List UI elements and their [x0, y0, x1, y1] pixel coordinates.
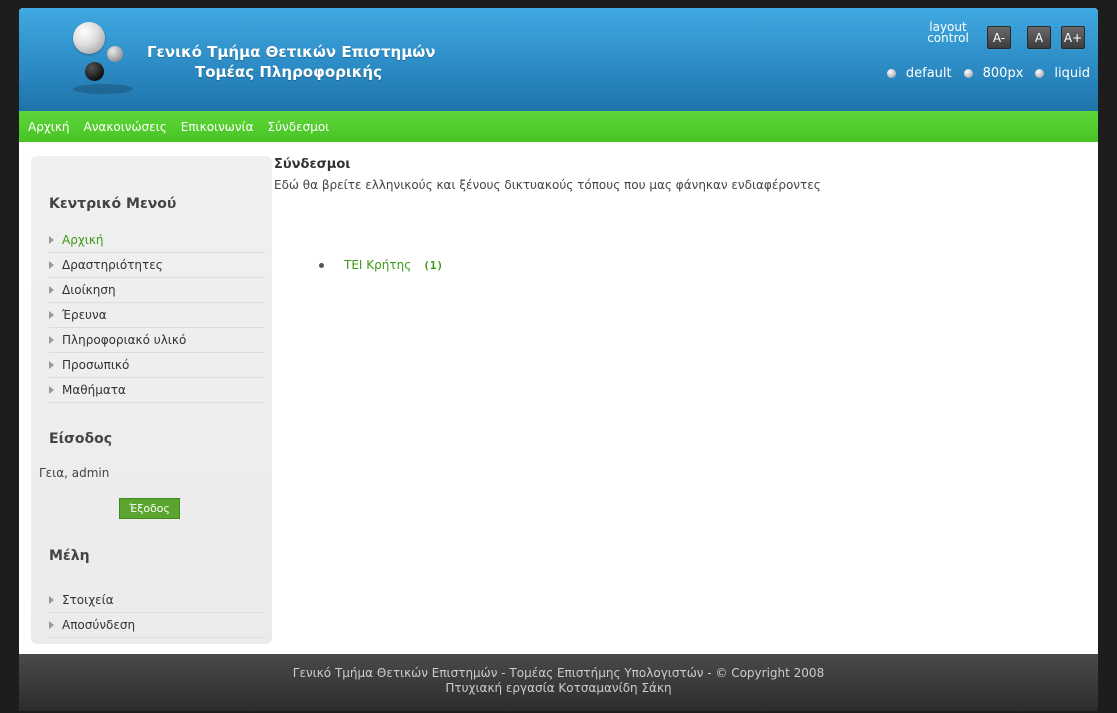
- footer-copyright: Γενικό Τμήμα Θετικών Επιστημών - Τομέας …: [292, 666, 825, 680]
- members-heading: Μέλη: [49, 548, 90, 564]
- site-title: Γενικό Τμήμα Θετικών Επιστημών Τομέας Πλ…: [147, 42, 436, 82]
- logo-ball-small-icon: [107, 46, 123, 62]
- font-reset-button[interactable]: A: [1027, 26, 1051, 49]
- arrow-right-icon: [49, 386, 54, 394]
- link-count: (1): [423, 258, 444, 272]
- nav-item-links[interactable]: Σύνδεσμοι: [268, 120, 330, 134]
- arrow-right-icon: [49, 361, 54, 369]
- width-options: default 800px liquid: [875, 66, 1090, 81]
- links-list: ΤΕΙ Κρήτης (1): [319, 258, 443, 272]
- main-menu-heading: Κεντρικό Μενού: [49, 196, 177, 212]
- sidebar: Κεντρικό Μενού Αρχική Δραστηριότητες Διο…: [31, 156, 272, 644]
- arrow-right-icon: [49, 261, 54, 269]
- footer-credit: Πτυχιακή εργασία Κοτσαμανίδη Σάκη: [445, 681, 672, 695]
- arrow-right-icon: [49, 311, 54, 319]
- arrow-right-icon: [49, 236, 54, 244]
- nav-item-home[interactable]: Αρχική: [28, 120, 70, 134]
- main-menu: Αρχική Δραστηριότητες Διοίκηση Έρευνα Πλ…: [49, 228, 265, 403]
- user-greeting: Γεια, admin: [39, 466, 110, 480]
- logo-ball-dark-icon: [85, 62, 104, 81]
- radio-dot-icon: [1035, 69, 1045, 78]
- sidebar-item-profile[interactable]: Στοιχεία: [49, 588, 265, 613]
- sidebar-item-staff[interactable]: Προσωπικό: [49, 353, 265, 378]
- page-description: Εδώ θα βρείτε ελληνικούς και ξένους δικτ…: [274, 178, 821, 192]
- layout-control-label: layout control: [927, 20, 969, 45]
- arrow-right-icon: [49, 286, 54, 294]
- logout-button[interactable]: Έξοδος: [119, 498, 180, 519]
- sidebar-item-activities[interactable]: Δραστηριότητες: [49, 253, 265, 278]
- site-logo[interactable]: [73, 22, 133, 102]
- main-nav: Αρχική Ανακοινώσεις Επικοινωνία Σύνδεσμο…: [19, 111, 1098, 142]
- width-option-default[interactable]: default: [886, 66, 952, 81]
- nav-item-announcements[interactable]: Ανακοινώσεις: [84, 120, 167, 134]
- width-option-liquid[interactable]: liquid: [1035, 66, 1090, 81]
- arrow-right-icon: [49, 621, 54, 629]
- font-increase-button[interactable]: A+: [1061, 26, 1085, 49]
- radio-dot-icon: [886, 69, 896, 78]
- site-title-line1: Γενικό Τμήμα Θετικών Επιστημών: [147, 43, 436, 61]
- radio-dot-icon: [963, 69, 973, 78]
- arrow-right-icon: [49, 596, 54, 604]
- page-frame: Γενικό Τμήμα Θετικών Επιστημών Τομέας Πλ…: [19, 8, 1098, 711]
- sidebar-item-administration[interactable]: Διοίκηση: [49, 278, 265, 303]
- sidebar-item-home[interactable]: Αρχική: [49, 228, 265, 253]
- link-tei-kritis[interactable]: ΤΕΙ Κρήτης: [344, 258, 411, 272]
- sidebar-item-research[interactable]: Έρευνα: [49, 303, 265, 328]
- logo-ball-large-icon: [73, 22, 105, 54]
- sidebar-item-info-material[interactable]: Πληροφοριακό υλικό: [49, 328, 265, 353]
- bullet-icon: [319, 262, 324, 268]
- members-menu: Στοιχεία Αποσύνδεση: [49, 588, 265, 638]
- page-title: Σύνδεσμοι: [274, 157, 351, 172]
- site-header: Γενικό Τμήμα Θετικών Επιστημών Τομέας Πλ…: [19, 8, 1098, 111]
- sidebar-item-logout[interactable]: Αποσύνδεση: [49, 613, 265, 638]
- sidebar-item-courses[interactable]: Μαθήματα: [49, 378, 265, 403]
- nav-item-contact[interactable]: Επικοινωνία: [181, 120, 254, 134]
- login-heading: Είσοδος: [49, 431, 113, 447]
- width-option-800px[interactable]: 800px: [963, 66, 1023, 81]
- logo-shadow: [73, 84, 133, 94]
- list-item: ΤΕΙ Κρήτης (1): [319, 258, 443, 272]
- font-decrease-button[interactable]: A-: [987, 26, 1011, 49]
- arrow-right-icon: [49, 336, 54, 344]
- site-title-line2: Τομέας Πληροφορικής: [195, 63, 382, 81]
- site-footer: Γενικό Τμήμα Θετικών Επιστημών - Τομέας …: [19, 654, 1098, 711]
